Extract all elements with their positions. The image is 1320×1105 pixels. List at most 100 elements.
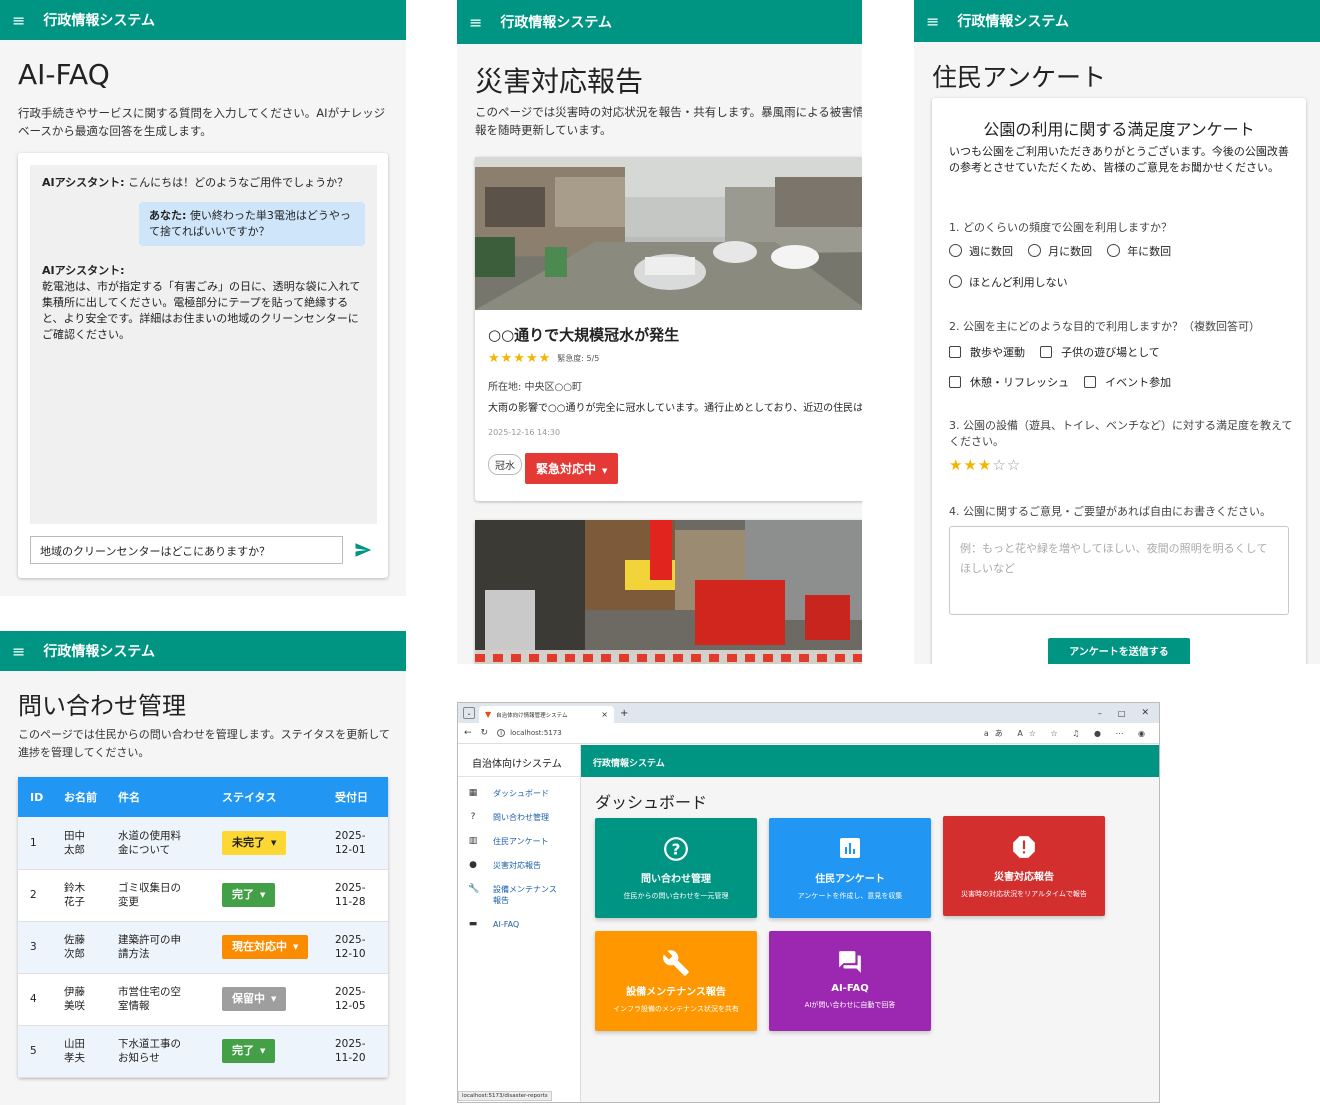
report-date: 2025-12-16 14:30: [488, 428, 561, 437]
sidebar-item-maintenance[interactable]: 🔧 設備メンテナンス報告: [468, 884, 560, 906]
sidebar-item-ai-faq[interactable]: ▬ AI-FAQ: [468, 919, 580, 930]
star-icon[interactable]: ★: [949, 456, 963, 474]
app-title: 行政情報システム: [500, 15, 612, 31]
status-dropdown[interactable]: 現在対応中 ▼: [222, 935, 309, 959]
cell-date: 2025-12-05: [323, 973, 388, 1026]
cell-date: 2025-11-20: [323, 1025, 388, 1078]
chevron-down-icon: ▼: [271, 995, 277, 1003]
report-card: ○○通りで大規模冠水が発生 ★★★★★ 緊急度: 5/5 所在地: 中央区○○町…: [475, 157, 862, 501]
status-dropdown[interactable]: 完了 ▼: [222, 1039, 276, 1063]
chevron-down-icon: ▼: [271, 838, 277, 847]
cell-status: 未完了 ▼: [210, 817, 323, 870]
dashboard-tile[interactable]: 設備メンテナンス報告 インフラ設備のメンテナンス状況を共有: [595, 931, 757, 1031]
checkbox-option[interactable]: 子供の遊び場として: [1040, 344, 1160, 360]
menu-icon[interactable]: ≡: [469, 13, 482, 32]
radio-option[interactable]: ほとんど利用しない: [949, 274, 1068, 290]
column-header: お名前: [52, 777, 106, 817]
page-title: 問い合わせ管理: [18, 692, 186, 720]
submit-button[interactable]: アンケートを送信する: [1048, 638, 1190, 664]
back-icon[interactable]: ←: [464, 728, 472, 738]
app-bar: ≡ 行政情報システム: [914, 0, 1320, 42]
q1-options-row2: ほとんど利用しない: [949, 273, 1078, 292]
menu-icon[interactable]: ≡: [12, 642, 25, 661]
help-icon: ?: [470, 812, 476, 822]
close-window-icon[interactable]: ✕: [1141, 708, 1149, 718]
cell-name: 山田孝夫: [52, 1025, 106, 1078]
browser-tab[interactable]: ▼ 自治体向け情報管理システム ×: [479, 706, 614, 723]
chat-input[interactable]: 地域のクリーンセンターはどこにありますか？: [30, 536, 343, 564]
star-icon[interactable]: ☆: [1007, 456, 1021, 474]
tab-close-icon[interactable]: ×: [601, 710, 608, 719]
tile-title: 住民アンケート: [815, 874, 885, 885]
info-icon: i: [497, 729, 506, 737]
faq-panel: ≡ 行政情報システム AI-FAQ 行政手続きやサービスに関する質問を入力してく…: [0, 0, 406, 596]
chat-message-ai: AIアシスタント: こんにちは！どのようなご用件でしょうか？: [42, 176, 349, 189]
cell-subject: 市営住宅の空室情報: [106, 973, 210, 1026]
sidebar-item-dashboard[interactable]: ▦ ダッシュボード: [468, 788, 580, 799]
dashboard-tile[interactable]: ? 問い合わせ管理 住民からの問い合わせを一元管理: [595, 818, 757, 918]
star-icon[interactable]: ★: [963, 456, 977, 474]
new-tab-icon[interactable]: +: [620, 708, 628, 719]
tab-title: 自治体向け情報管理システム: [496, 712, 568, 719]
cell-name: 鈴木花子: [52, 869, 106, 922]
chart-icon: [769, 836, 931, 864]
address-bar[interactable]: localhost:5173: [510, 729, 562, 737]
checkbox-option[interactable]: 散歩や運動: [949, 344, 1025, 360]
sidebar-item-inquiry[interactable]: ? 問い合わせ管理: [468, 812, 580, 823]
question-3: 3. 公園の設備（遊具、トイレ、ベンチなど）に対する満足度を教えてください。: [949, 419, 1293, 448]
cell-status: 現在対応中 ▼: [210, 921, 323, 974]
chat-icon: ▬: [468, 919, 478, 929]
satisfaction-rating[interactable]: ★★★☆☆: [949, 456, 1021, 474]
cell-subject: 水道の使用料金について: [106, 817, 210, 870]
radio-option[interactable]: 年に数回: [1107, 243, 1171, 259]
menu-icon[interactable]: ≡: [926, 12, 939, 31]
status-dropdown[interactable]: 未完了 ▼: [222, 830, 287, 855]
report-card: [475, 520, 862, 664]
inquiry-table: ID お名前 件名 ステイタス 受付日 1 田中太郎 水道の使用料金について 未完了 ▼ 2025…: [18, 777, 388, 1078]
dashboard-tile[interactable]: 住民アンケート アンケートを作成し、意見を収集: [769, 818, 931, 918]
app-bar: ≡ 行政情報システム: [0, 0, 406, 40]
radio-option[interactable]: 月に数回: [1028, 243, 1092, 259]
menu-icon[interactable]: ≡: [12, 11, 25, 30]
comment-textarea[interactable]: 例：もっと花や緑を増やしてほしい、夜間の照明を明るくしてほしいなど: [949, 526, 1289, 615]
chat-log[interactable]: AIアシスタント: こんにちは！どのようなご用件でしょうか？ あなた: 使い終わ…: [30, 165, 377, 524]
send-icon[interactable]: [354, 541, 372, 559]
table-row: 4 伊藤美咲 市営住宅の空室情報 保留中 ▼ 2025-12-05: [18, 973, 388, 1026]
checkbox-option[interactable]: イベント参加: [1084, 374, 1171, 390]
reload-icon[interactable]: ↻: [481, 728, 489, 738]
sidebar-item-disaster[interactable]: ● 災害対応報告: [468, 860, 580, 871]
star-icon[interactable]: ☆: [992, 456, 1006, 474]
tab-list-icon[interactable]: ⌄: [463, 707, 475, 719]
cell-status: 完了 ▼: [210, 1025, 323, 1078]
sidebar-nav: ▦ ダッシュボード ? 問い合わせ管理 ▥ 住民アンケート ● 災害対応報告 🔧 設備メン…: [458, 777, 580, 930]
report-title: ○○通りで大規模冠水が発生: [488, 326, 680, 344]
app-sidebar: 自治体向けシステム ▦ ダッシュボード ? 問い合わせ管理 ▥ 住民アンケート ● 災害…: [458, 745, 581, 1102]
survey-panel: ≡ 行政情報システム 住民アンケート 公園の利用に関する満足度アンケート いつも…: [914, 0, 1320, 664]
minimize-icon[interactable]: –: [1098, 709, 1102, 718]
table-row: 1 田中太郎 水道の使用料金について 未完了 ▼ 2025-12-01: [18, 817, 388, 870]
browser-toolbar-icons[interactable]: aあ A☆ ☆ ♫ ● ⋯ ◉: [984, 728, 1151, 739]
page-title: 住民アンケート: [932, 63, 1107, 92]
status-dropdown[interactable]: 保留中 ▼: [222, 987, 287, 1011]
dashboard-tile[interactable]: AI-FAQ AIが問い合わせに自動で回答: [769, 931, 931, 1031]
app-bar: ≡ 行政情報システム: [0, 631, 406, 671]
page-title: 災害対応報告: [475, 65, 644, 98]
maximize-icon[interactable]: □: [1118, 709, 1126, 718]
q2-options-row2: 休憩・リフレッシュ イベント参加: [949, 373, 1181, 392]
app-title: 行政情報システム: [593, 759, 665, 769]
table-row: 3 佐藤次郎 建築許可の申請方法 現在対応中 ▼ 2025-12-10: [18, 921, 388, 974]
flood-photo: [475, 157, 862, 310]
status-dropdown[interactable]: 完了 ▼: [222, 883, 276, 907]
page-description: 行政手続きやサービスに関する質問を入力してください。AIがナレッジベースから最適…: [18, 106, 386, 138]
radio-option[interactable]: 週に数回: [949, 243, 1013, 259]
sidebar-item-survey[interactable]: ▥ 住民アンケート: [468, 836, 580, 847]
dashboard-tile[interactable]: 災害対応報告 災害時の対応状況をリアルタイムで報告: [943, 816, 1105, 916]
cell-date: 2025-12-10: [323, 921, 388, 974]
checkbox-option[interactable]: 休憩・リフレッシュ: [949, 374, 1069, 390]
chevron-down-icon: ▼: [260, 891, 266, 899]
status-dropdown[interactable]: 緊急対応中 ▼: [525, 453, 619, 484]
app-title: 行政情報システム: [43, 644, 155, 660]
cell-subject: ゴミ収集日の変更: [106, 869, 210, 922]
cell-id: 2: [18, 869, 52, 922]
star-icon[interactable]: ★: [978, 456, 992, 474]
